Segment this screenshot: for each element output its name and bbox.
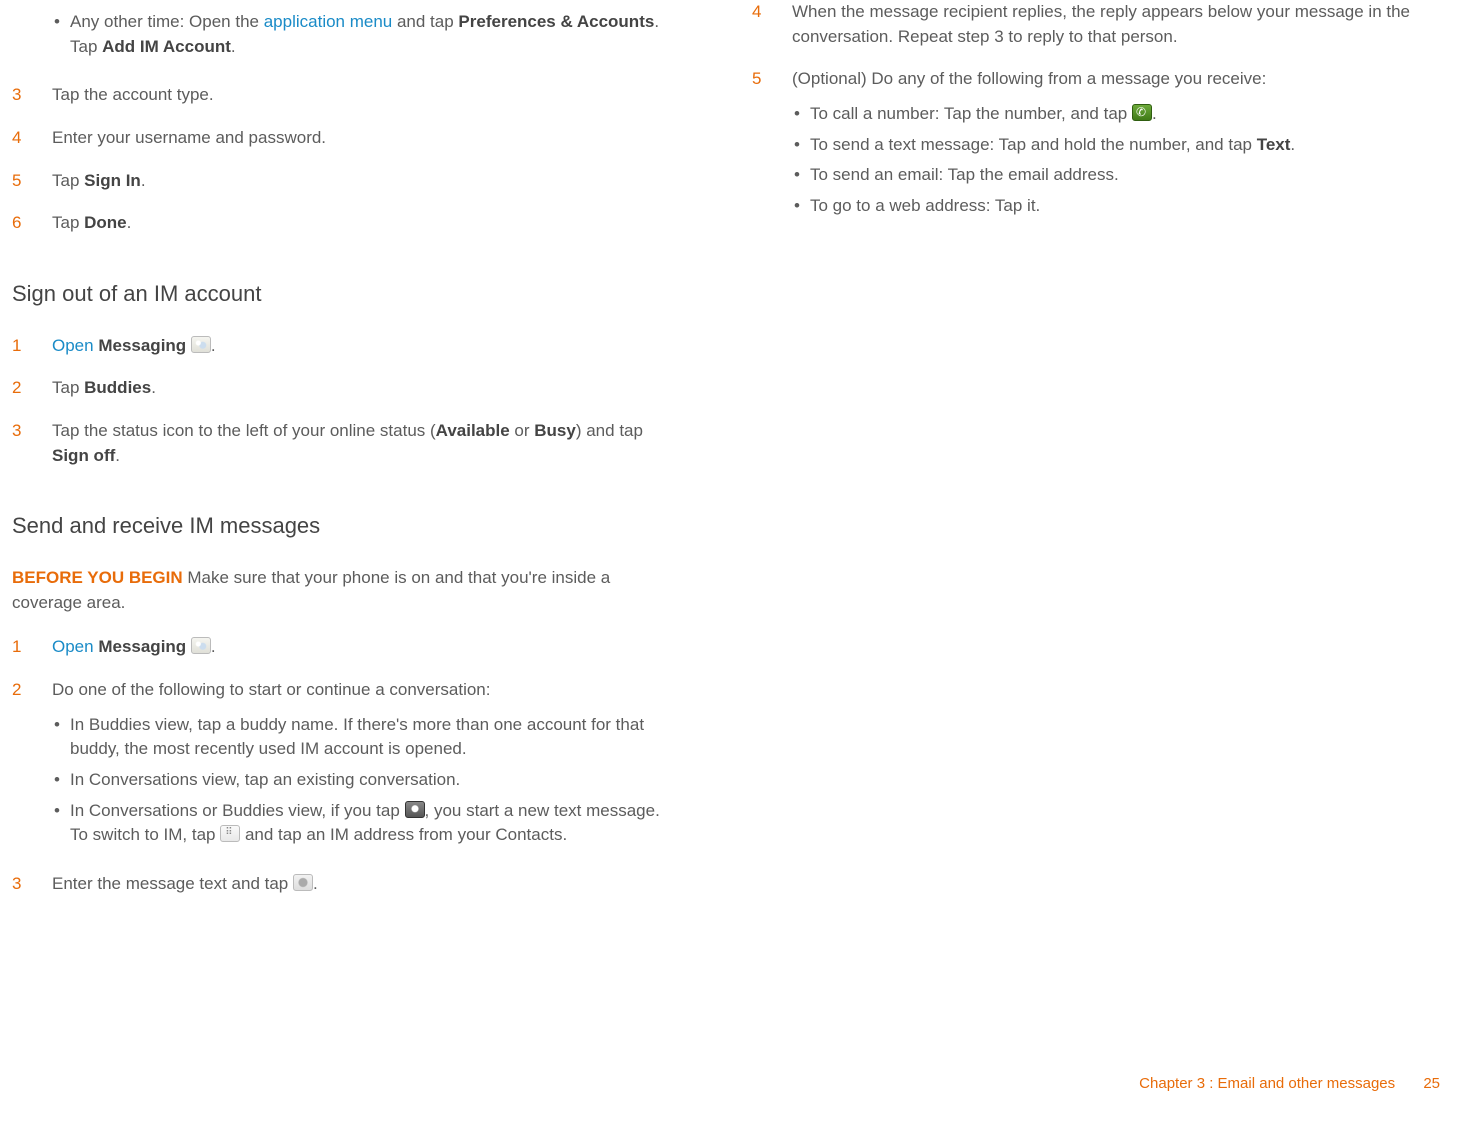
bold: Messaging <box>98 637 186 656</box>
bullet: In Buddies view, tap a buddy name. If th… <box>52 713 672 762</box>
text: . <box>151 378 156 397</box>
messaging-icon <box>191 336 211 353</box>
text: . <box>141 171 146 190</box>
step-6: 6 Tap Done. <box>12 211 672 236</box>
bullet: In Conversations or Buddies view, if you… <box>52 799 672 848</box>
bold: Text <box>1257 135 1291 154</box>
text: or <box>510 421 535 440</box>
step-number: 1 <box>12 334 52 359</box>
right-column: 4 When the message recipient replies, th… <box>752 0 1412 915</box>
text: . <box>1152 104 1157 123</box>
step-body: Open Messaging . <box>52 635 672 660</box>
page-number: 25 <box>1423 1075 1440 1092</box>
bold: Add IM Account <box>102 37 231 56</box>
step-5: 5 Tap Sign In. <box>12 169 672 194</box>
bold: Messaging <box>98 336 186 355</box>
open-link[interactable]: Open <box>52 637 94 656</box>
text: Do one of the following to start or cont… <box>52 680 490 699</box>
step-number: 3 <box>12 419 52 444</box>
text: . <box>313 874 318 893</box>
bold: Busy <box>534 421 576 440</box>
text: . <box>231 37 236 56</box>
signout-step-1: 1 Open Messaging . <box>12 334 672 359</box>
bullet-other-time: Any other time: Open the application men… <box>52 10 672 59</box>
step-body: Open Messaging . <box>52 334 672 359</box>
text: Tap <box>52 213 84 232</box>
text: (Optional) Do any of the following from … <box>792 69 1266 88</box>
step-3: 3 Tap the account type. <box>12 83 672 108</box>
signout-step-3: 3 Tap the status icon to the left of you… <box>12 419 672 468</box>
text: To send a text message: Tap and hold the… <box>810 135 1257 154</box>
step-number: 2 <box>12 376 52 401</box>
page-footer: Chapter 3 : Email and other messages 25 <box>1139 1073 1440 1095</box>
step-number: 1 <box>12 635 52 660</box>
new-message-icon <box>405 801 425 818</box>
r-step-4: 4 When the message recipient replies, th… <box>752 0 1412 49</box>
bold: Done <box>84 213 127 232</box>
step-number: 2 <box>12 678 52 703</box>
bold: Buddies <box>84 378 151 397</box>
open-link[interactable]: Open <box>52 336 94 355</box>
bullet: To send a text message: Tap and hold the… <box>792 133 1412 158</box>
application-menu-link[interactable]: application menu <box>264 12 393 31</box>
r-step-5: 5 (Optional) Do any of the following fro… <box>752 67 1412 224</box>
bold: Sign In <box>84 171 141 190</box>
heading-send-receive: Send and receive IM messages <box>12 510 672 542</box>
text: . <box>211 336 216 355</box>
bold: Preferences & Accounts <box>458 12 654 31</box>
step-number: 6 <box>12 211 52 236</box>
text: Any other time: Open the <box>70 12 264 31</box>
bullet: In Conversations view, tap an existing c… <box>52 768 672 793</box>
text: To call a number: Tap the number, and ta… <box>810 104 1132 123</box>
step-body: When the message recipient replies, the … <box>792 0 1412 49</box>
text: Enter the message text and tap <box>52 874 293 893</box>
step-body: Tap Sign In. <box>52 169 672 194</box>
text: . <box>1290 135 1295 154</box>
step-body: Tap the account type. <box>52 83 672 108</box>
text: ) and tap <box>576 421 643 440</box>
step-body: Tap the status icon to the left of your … <box>52 419 672 468</box>
sr-step-2: 2 Do one of the following to start or co… <box>12 678 672 854</box>
step-body: Enter your username and password. <box>52 126 672 151</box>
text: Tap <box>52 171 84 190</box>
bold: Sign off <box>52 446 115 465</box>
left-column: Any other time: Open the application men… <box>12 0 672 915</box>
text: . <box>211 637 216 656</box>
chapter-label: Chapter 3 : Email and other messages <box>1139 1075 1395 1092</box>
phone-icon <box>1132 104 1152 121</box>
sr-step-1: 1 Open Messaging . <box>12 635 672 660</box>
text: and tap an IM address from your Contacts… <box>240 825 567 844</box>
step-number: 3 <box>12 83 52 108</box>
messaging-icon <box>191 637 211 654</box>
contact-icon <box>220 825 240 842</box>
step-number: 5 <box>752 67 792 92</box>
step-number: 3 <box>12 872 52 897</box>
bullet: To go to a web address: Tap it. <box>792 194 1412 219</box>
bullet: To send an email: Tap the email address. <box>792 163 1412 188</box>
heading-sign-out: Sign out of an IM account <box>12 278 672 310</box>
text: and tap <box>392 12 458 31</box>
text: Tap the status icon to the left of your … <box>52 421 436 440</box>
text: In Conversations or Buddies view, if you… <box>70 801 405 820</box>
step-number: 4 <box>752 0 792 25</box>
step-body: Tap Done. <box>52 211 672 236</box>
step-body: Enter the message text and tap . <box>52 872 672 897</box>
text: . <box>127 213 132 232</box>
step-4: 4 Enter your username and password. <box>12 126 672 151</box>
send-icon <box>293 874 313 891</box>
bullet: To call a number: Tap the number, and ta… <box>792 102 1412 127</box>
step-number: 5 <box>12 169 52 194</box>
text: Tap <box>52 378 84 397</box>
bold: Available <box>436 421 510 440</box>
step-body: Do one of the following to start or cont… <box>52 678 672 854</box>
before-you-begin: BEFORE YOU BEGIN Make sure that your pho… <box>12 566 672 615</box>
signout-step-2: 2 Tap Buddies. <box>12 376 672 401</box>
text: . <box>115 446 120 465</box>
sr-step-3: 3 Enter the message text and tap . <box>12 872 672 897</box>
continued-list: Any other time: Open the application men… <box>52 10 672 59</box>
byb-label: BEFORE YOU BEGIN <box>12 568 183 587</box>
step-number: 4 <box>12 126 52 151</box>
step-body: Tap Buddies. <box>52 376 672 401</box>
step-body: (Optional) Do any of the following from … <box>792 67 1412 224</box>
